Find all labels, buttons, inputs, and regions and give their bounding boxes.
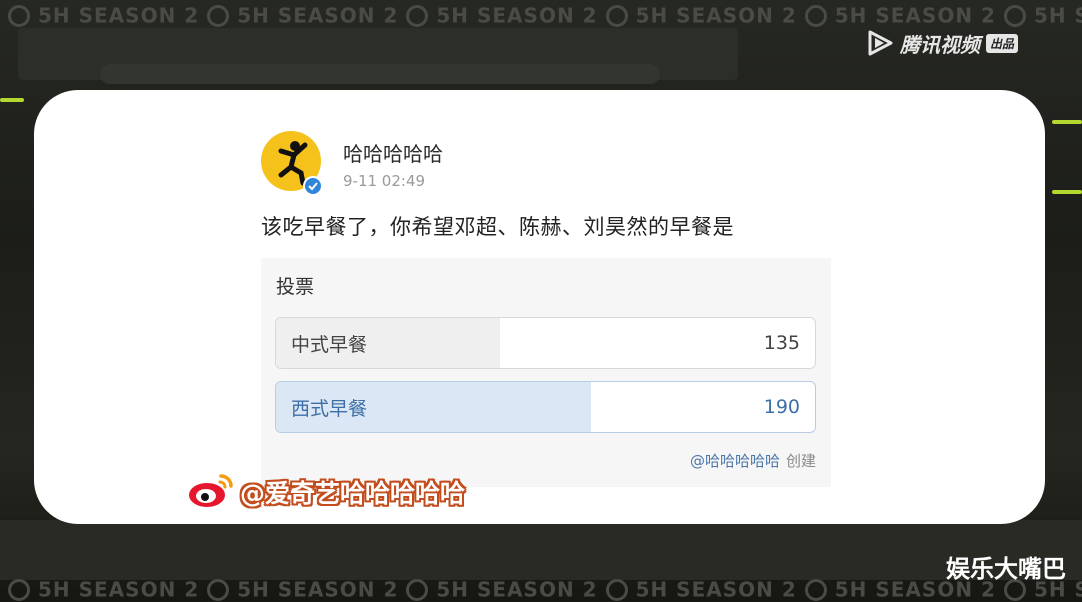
weibo-watermark-handle: @爱奇艺哈哈哈哈哈 <box>240 479 466 508</box>
weibo-logo-icon <box>189 474 233 507</box>
banner-bottom: 5H SEASON 2 5H SEASON 2 5H SEASON 2 5H SEAS… <box>0 576 1082 602</box>
banner-text: 5H SEASON 2 <box>635 3 797 28</box>
emoji-face-icon <box>207 4 230 27</box>
post-text: 该吃早餐了，你希望邓超、陈赫、刘昊然的早餐是 <box>261 215 734 239</box>
poll-option-label: 中式早餐 <box>291 334 368 356</box>
background-accent <box>1052 190 1082 194</box>
channel-watermark: 娱乐大嘴巴 <box>946 555 1066 583</box>
verified-badge-icon <box>303 176 323 196</box>
post-username[interactable]: 哈哈哈哈哈 <box>343 138 443 167</box>
poll-creator-line: @哈哈哈哈哈 创建 <box>690 450 816 471</box>
emoji-face-icon <box>605 578 628 601</box>
banner-text: 5H SEASON 2 <box>1033 3 1082 28</box>
banner-text: 5H SEASON 2 <box>237 3 399 28</box>
poll-option-count: 190 <box>763 396 800 418</box>
post-timestamp: 9-11 02:49 <box>343 172 426 190</box>
poll-title: 投票 <box>276 276 315 298</box>
brand-name: 腾讯视频 <box>900 32 980 57</box>
poll-option-label: 西式早餐 <box>291 398 368 420</box>
play-icon <box>868 30 893 56</box>
banner-text: 5H SEASON 2 <box>834 3 996 28</box>
background-lower-region <box>0 520 1082 580</box>
emoji-face-icon <box>1003 4 1026 27</box>
brand-badge: 出品 <box>986 33 1019 53</box>
poll-option-chinese[interactable]: 中式早餐 135 <box>275 317 816 369</box>
background-address-bar <box>100 64 660 84</box>
emoji-face-icon <box>804 4 827 27</box>
poll-creator-link[interactable]: @哈哈哈哈哈 <box>690 452 780 470</box>
banner-text: 5H SEASON 2 <box>635 577 797 602</box>
background-accent <box>1052 120 1082 124</box>
banner-text: 5H SEASON 2 <box>436 3 598 28</box>
poll-option-count: 135 <box>763 332 800 354</box>
banner-text: 5H SEASON 2 <box>237 577 399 602</box>
poll-creator-action: 创建 <box>785 452 816 470</box>
emoji-face-icon <box>8 4 30 27</box>
emoji-face-icon <box>8 578 30 601</box>
emoji-face-icon <box>207 578 230 601</box>
emoji-face-icon <box>605 4 628 27</box>
banner-text: 5H SEASON 2 <box>38 3 200 28</box>
tencent-video-logo: 腾讯视频 出品 <box>866 28 1019 58</box>
emoji-face-icon <box>406 4 429 27</box>
banner-top: 5H SEASON 2 5H SEASON 2 5H SEASON 2 5H SEAS… <box>0 2 1082 28</box>
background-accent <box>0 98 24 102</box>
emoji-face-icon <box>406 578 429 601</box>
banner-text: 5H SEASON 2 <box>38 577 200 602</box>
banner-text: 5H SEASON 2 <box>436 577 598 602</box>
poll-option-western[interactable]: 西式早餐 190 <box>275 381 816 433</box>
emoji-face-icon <box>804 578 827 601</box>
